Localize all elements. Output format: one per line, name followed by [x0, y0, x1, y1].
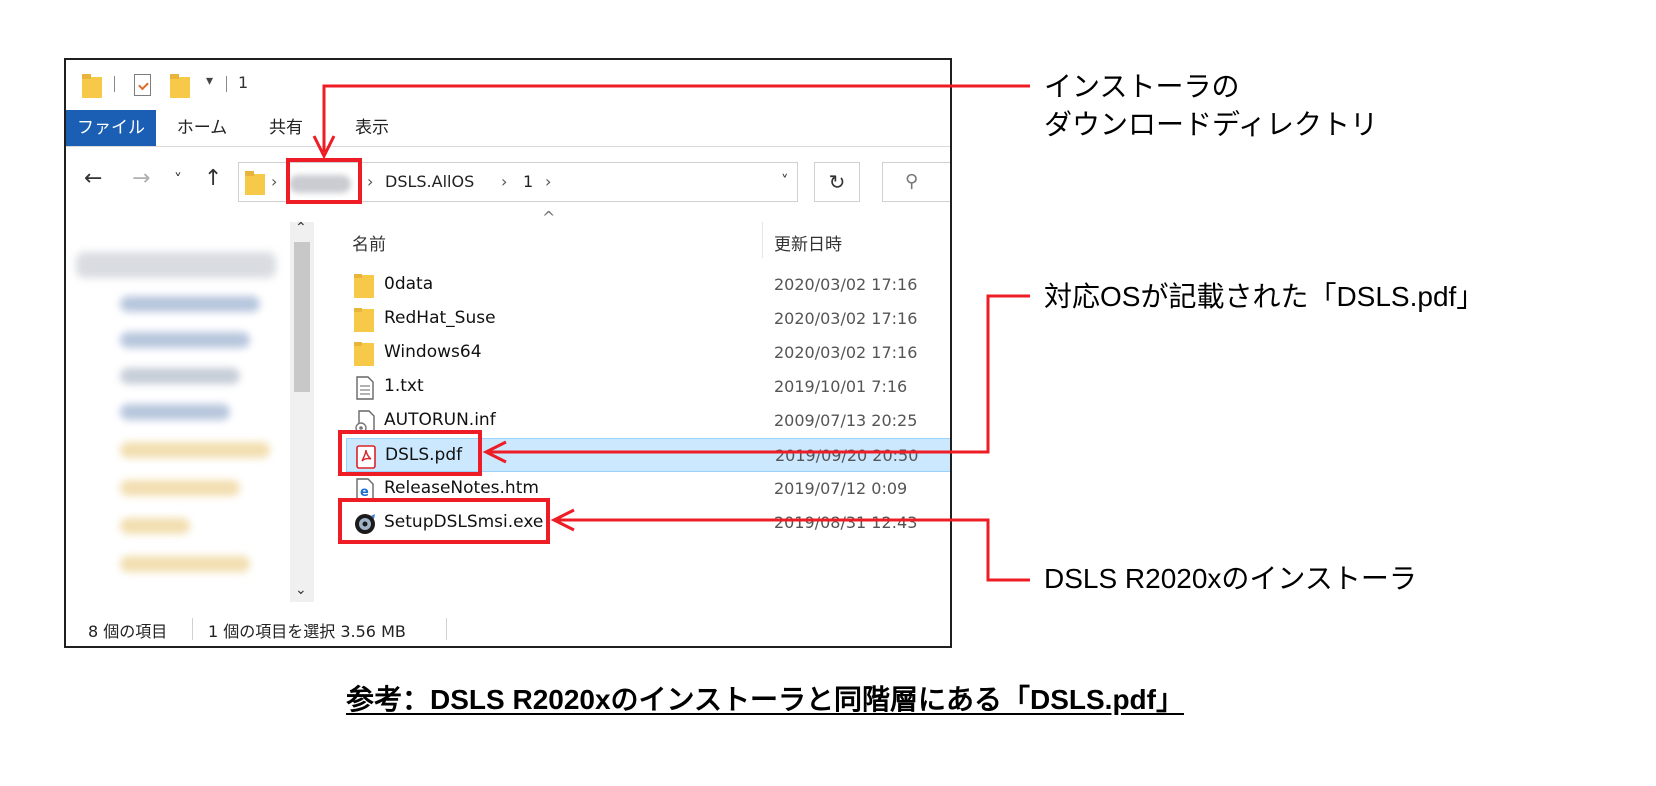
- arrow-dsls-pdf: [488, 294, 1030, 454]
- callout-installer: DSLS R2020xのインストーラ: [1044, 563, 1417, 594]
- figure-caption: 参考：DSLS R2020xのインストーラと同階層にある「DSLS.pdf」: [0, 678, 1530, 718]
- callout-arrows: [312, 84, 1030, 582]
- callout-download-directory: インストーラの ダウンロードディレクトリ: [1044, 68, 1378, 144]
- callout-line: インストーラの: [1044, 71, 1240, 102]
- callout-line: ダウンロードディレクトリ: [1044, 109, 1379, 140]
- arrow-installer: [556, 518, 1030, 582]
- arrow-download-directory: [322, 84, 1030, 152]
- caption-text: 参考：DSLS R2020xのインストーラと同階層にある「DSLS.pdf」: [346, 684, 1184, 715]
- callout-dsls-pdf: 対応OSが記載された「DSLS.pdf」: [1044, 281, 1485, 312]
